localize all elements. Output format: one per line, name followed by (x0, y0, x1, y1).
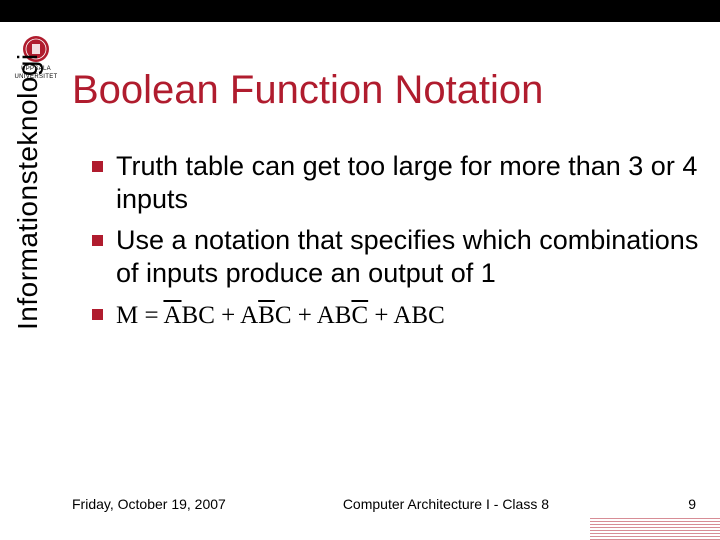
slide: UPPSALA UNIVERSITET Boolean Function Not… (0, 0, 720, 540)
bullet-formula: M = ABC + ABC + ABC + ABC (88, 298, 700, 332)
footer-date: Friday, October 19, 2007 (72, 496, 226, 512)
bullet-text: Truth table can get too large for more t… (116, 151, 697, 214)
content-area: Truth table can get too large for more t… (88, 150, 700, 339)
top-band (0, 0, 720, 22)
decorative-stripes (590, 508, 720, 540)
bullet-text: Use a notation that specifies which comb… (116, 225, 698, 288)
bullet-item: Use a notation that specifies which comb… (88, 224, 700, 290)
slide-title: Boolean Function Notation (72, 68, 700, 113)
sidebar-label: Informationsteknologi (12, 53, 44, 330)
formula-expression: M = ABC + ABC + ABC + ABC (116, 298, 445, 329)
bullet-item: Truth table can get too large for more t… (88, 150, 700, 216)
